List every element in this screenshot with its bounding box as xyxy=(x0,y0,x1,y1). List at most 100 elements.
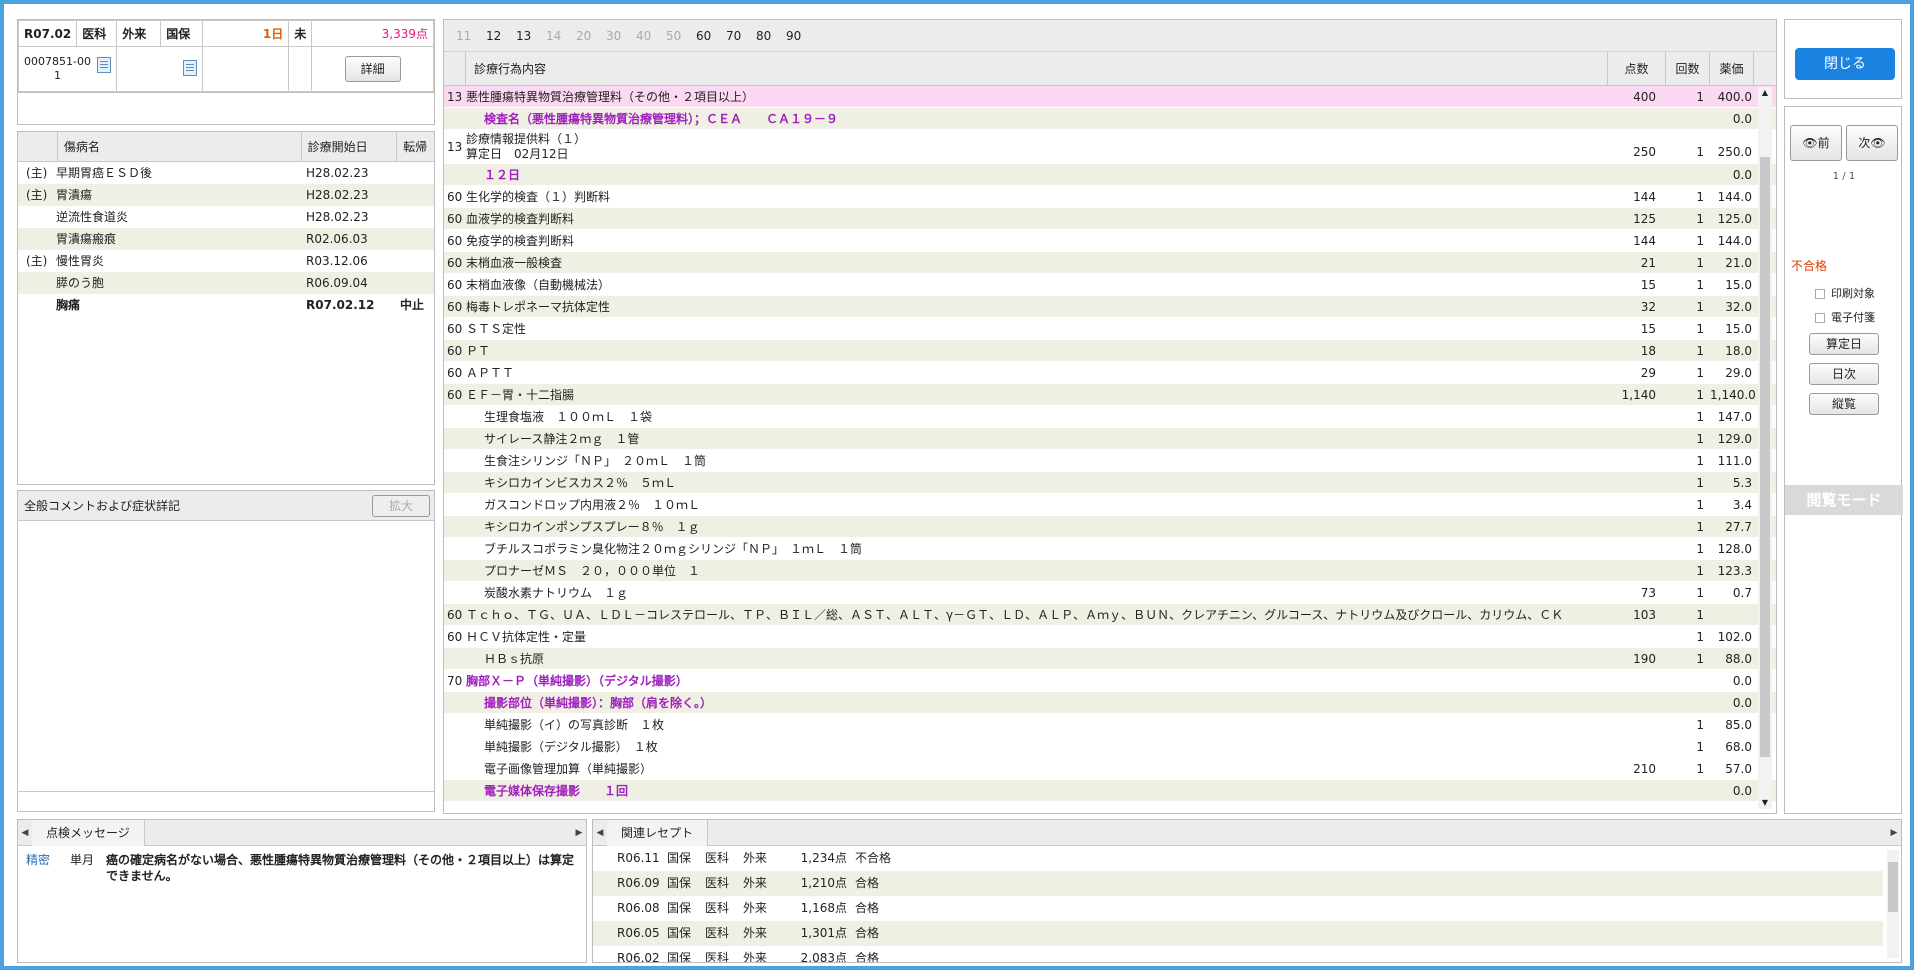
procedure-row[interactable]: 60 ＳＴＳ定性 15 1 15.0 xyxy=(444,318,1776,340)
procedure-row[interactable]: 炭酸水素ナトリウム １ｇ 73 1 0.7 xyxy=(444,582,1776,604)
procedure-code xyxy=(444,450,466,471)
disease-row[interactable]: 逆流性食道炎 H28.02.23 xyxy=(18,206,434,228)
next-button[interactable]: 次👁 xyxy=(1846,125,1898,161)
procedure-row[interactable]: 生食注シリンジ「ＮＰ」 ２０ｍＬ １筒 1 111.0 xyxy=(444,450,1776,472)
procedure-price: 0.0 xyxy=(1732,674,1752,688)
procedure-row[interactable]: 単純撮影（デジタル撮影） １枚 1 68.0 xyxy=(444,736,1776,758)
electronic-attach-checkbox[interactable]: 電子付箋 xyxy=(1815,309,1875,325)
procedure-row[interactable]: 60 ＰＴ 18 1 18.0 xyxy=(444,340,1776,362)
related-row[interactable]: R06.08 国保 医科 外来 1,168点 合格 xyxy=(593,896,1883,921)
receipt-date: R07.02 xyxy=(17,20,78,47)
scroll-down-icon[interactable]: ▼ xyxy=(1758,797,1772,809)
tab-left-icon[interactable]: ◀ xyxy=(18,820,32,846)
print-target-checkbox[interactable]: 印刷対象 xyxy=(1815,285,1875,301)
procedure-price: 111.0 xyxy=(1717,454,1752,468)
disease-row[interactable]: 胸痛 R07.02.12 中止 xyxy=(18,294,434,316)
tab-check-message[interactable]: 点検メッセージ xyxy=(32,820,145,846)
expand-button[interactable]: 拡大 xyxy=(372,495,430,517)
daily-button[interactable]: 日次 xyxy=(1809,363,1879,385)
procedure-text: ＡＰＴＴ xyxy=(466,366,515,380)
procedure-row[interactable]: ガスコンドロップ内用液２％ １０ｍＬ 1 3.4 xyxy=(444,494,1776,516)
tab-60[interactable]: 60 xyxy=(696,29,726,43)
procedure-row[interactable]: 60 生化学的検査（１）判断料 144 1 144.0 xyxy=(444,186,1776,208)
procedure-row[interactable]: 70 胸部Ｘ－Ｐ（単純撮影）（デジタル撮影） 0.0 xyxy=(444,670,1776,692)
tab-80[interactable]: 80 xyxy=(756,29,786,43)
side-panel: 👁前 次👁 1 / 1 不合格 印刷対象 電子付箋 算定日 日次 縦覧 閲覧モー… xyxy=(1784,106,1903,814)
procedure-price: 15.0 xyxy=(1725,322,1752,336)
disease-row[interactable]: (主) 慢性胃炎 R03.12.06 xyxy=(18,250,434,272)
procedure-row[interactable]: キシロカインビスカス２％ ５ｍＬ 1 5.3 xyxy=(444,472,1776,494)
tab-right-icon[interactable]: ▶ xyxy=(572,820,586,846)
procedure-row[interactable]: 60 血液学的検査判断料 125 1 125.0 xyxy=(444,208,1776,230)
procedure-row[interactable]: 撮影部位（単純撮影）：胸部（肩を除く。） 0.0 xyxy=(444,692,1776,714)
procedure-row[interactable]: 60 梅毒トレポネーマ抗体定性 32 1 32.0 xyxy=(444,296,1776,318)
scroll-thumb[interactable] xyxy=(1888,862,1898,912)
tab-left-icon[interactable]: ◀ xyxy=(593,820,607,846)
close-button[interactable]: 閉じる xyxy=(1795,48,1895,80)
procedure-row[interactable]: 13 悪性腫瘍特異物質治療管理料（その他・２項目以上） 400 1 400.0 xyxy=(444,86,1776,108)
prev-button[interactable]: 👁前 xyxy=(1790,125,1842,161)
procedure-row[interactable]: 生理食塩液 １００ｍＬ １袋 1 147.0 xyxy=(444,406,1776,428)
procedure-row[interactable]: １２日 0.0 xyxy=(444,164,1776,186)
procedure-row[interactable]: サイレース静注２ｍｇ １管 1 129.0 xyxy=(444,428,1776,450)
procedure-row[interactable]: 60 末梢血液像（自動機械法） 15 1 15.0 xyxy=(444,274,1776,296)
procedure-row[interactable]: 60 Ｔｃｈｏ、ＴＧ、ＵＡ、ＬＤＬ－コレステロール、ＴＰ、ＢＩＬ／総、ＡＳＴ、ＡＬ… xyxy=(444,604,1776,626)
procedure-row[interactable]: プロナーゼＭＳ ２０，０００単位 １ 1 123.3 xyxy=(444,560,1776,582)
disease-name: 胃潰瘍瘢痕 xyxy=(56,232,117,246)
document-icon[interactable] xyxy=(97,57,112,73)
checkbox[interactable] xyxy=(1815,289,1825,299)
tab-13[interactable]: 13 xyxy=(516,29,546,43)
checkbox[interactable] xyxy=(1815,313,1825,323)
tab-70[interactable]: 70 xyxy=(726,29,756,43)
procedure-row[interactable]: ブチルスコポラミン臭化物注２０ｍｇシリンジ「ＮＰ」 １ｍＬ １筒 1 128.0 xyxy=(444,538,1776,560)
related-scrollbar[interactable] xyxy=(1887,850,1899,958)
procedure-row[interactable]: 60 ＡＰＴＴ 29 1 29.0 xyxy=(444,362,1776,384)
message-row[interactable]: 精密 単月 癌の確定病名がない場合、悪性腫瘍特異物質治療管理料（その他・２項目以上）… xyxy=(18,846,586,884)
procedure-points xyxy=(1608,670,1666,691)
procedure-price: 27.7 xyxy=(1725,520,1752,534)
procedure-row[interactable]: 検査名（悪性腫瘍特異物質治療管理料）；ＣＥＡ ＣＡ１９－９ 0.0 xyxy=(444,108,1776,130)
view-mode-label: 閲覧モード xyxy=(1785,485,1903,515)
procedure-points xyxy=(1608,428,1666,449)
procedure-count: 1 xyxy=(1696,366,1704,380)
related-row[interactable]: R06.02 国保 医科 外来 2,083点 合格 xyxy=(593,946,1883,962)
disease-row[interactable]: (主) 早期胃癌ＥＳＤ後 H28.02.23 xyxy=(18,162,434,184)
procedure-row[interactable]: 13 診療情報提供料（１） 算定日 02月12日 250 1 250.0 xyxy=(444,130,1776,164)
procedure-row[interactable]: 60 免疫学的検査判断料 144 1 144.0 xyxy=(444,230,1776,252)
disease-row[interactable]: 膵のう胞 R06.09.04 xyxy=(18,272,434,294)
related-visit: 外来 xyxy=(743,926,768,940)
related-row[interactable]: R06.05 国保 医科 外来 1,301点 合格 xyxy=(593,921,1883,946)
scroll-up-icon[interactable]: ▲ xyxy=(1758,87,1772,99)
related-row[interactable]: R06.11 国保 医科 外来 1,234点 不合格 xyxy=(593,846,1883,871)
procedure-row[interactable]: 60 ＥＦ－胃・十二指腸 1,140 1 1,140.0 xyxy=(444,384,1776,406)
related-date: R06.09 xyxy=(617,876,660,890)
procedure-points: 1,140 xyxy=(1621,388,1656,402)
tab-related-receipt[interactable]: 関連レセプト xyxy=(607,820,709,846)
procedure-points: 32 xyxy=(1640,300,1656,314)
procedure-count: 1 xyxy=(1696,145,1704,159)
procedure-row[interactable]: 電子画像管理加算（単純撮影） 210 1 57.0 xyxy=(444,758,1776,780)
related-row[interactable]: R06.09 国保 医科 外来 1,210点 合格 xyxy=(593,871,1883,896)
view-button[interactable]: 縦覧 xyxy=(1809,393,1879,415)
procedure-price: 88.0 xyxy=(1725,652,1752,666)
tab-12[interactable]: 12 xyxy=(486,29,516,43)
procedure-scrollbar[interactable]: ▲ ▼ xyxy=(1758,87,1772,809)
detail-button[interactable]: 詳細 xyxy=(344,56,401,82)
procedure-row[interactable]: キシロカインポンプスプレー８％ １ｇ 1 27.7 xyxy=(444,516,1776,538)
procedure-row[interactable]: 60 末梢血液一般検査 21 1 21.0 xyxy=(444,252,1776,274)
scroll-thumb[interactable] xyxy=(1760,157,1770,757)
procedure-row[interactable]: 単純撮影（イ）の写真診断 １枚 1 85.0 xyxy=(444,714,1776,736)
tab-right-icon[interactable]: ▶ xyxy=(1887,820,1901,846)
disease-row[interactable]: 胃潰瘍瘢痕 R02.06.03 xyxy=(18,228,434,250)
tab-90[interactable]: 90 xyxy=(786,29,816,43)
disease-row[interactable]: (主) 胃潰瘍 H28.02.23 xyxy=(18,184,434,206)
procedure-text: ブチルスコポラミン臭化物注２０ｍｇシリンジ「ＮＰ」 １ｍＬ １筒 xyxy=(484,542,863,556)
document-icon[interactable] xyxy=(183,59,198,76)
calc-date-button[interactable]: 算定日 xyxy=(1809,333,1879,355)
comment-textarea[interactable] xyxy=(18,521,434,791)
disease-main-flag xyxy=(18,206,52,228)
procedure-count: 1 xyxy=(1696,344,1704,358)
procedure-row[interactable]: ＨＢｓ抗原 190 1 88.0 xyxy=(444,648,1776,670)
procedure-row[interactable]: 電子媒体保存撮影 １回 0.0 xyxy=(444,780,1776,802)
procedure-row[interactable]: 60 ＨＣＶ抗体定性・定量 1 102.0 xyxy=(444,626,1776,648)
